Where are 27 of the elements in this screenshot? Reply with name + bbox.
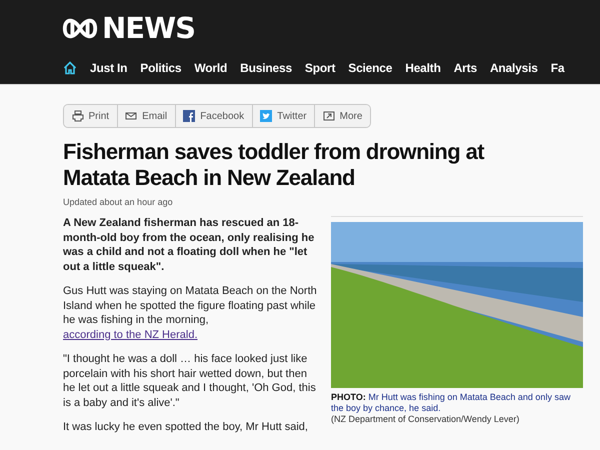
envelope-icon bbox=[125, 110, 138, 122]
nav-link[interactable]: Health bbox=[405, 61, 441, 75]
nav-link[interactable]: Science bbox=[348, 61, 392, 75]
nav-link[interactable]: Business bbox=[240, 61, 292, 75]
lead-paragraph: A New Zealand fisherman has rescued an 18-month-old boy from the ocean, only realising he was a child and not a floating doll when he "let out a little squeak". bbox=[63, 216, 316, 274]
nav-link[interactable]: Politics bbox=[140, 61, 182, 75]
news-logo-text[interactable]: NEWS bbox=[102, 13, 195, 43]
nav-link[interactable]: Fa bbox=[550, 61, 564, 75]
nav-link[interactable]: Just In bbox=[90, 61, 128, 75]
body-paragraph: "I thought he was a doll … his face looked just like porcelain with his short hair wetted down, but then he let out a little squeak and I thought, 'Oh God, this is a baby and it's alive'." bbox=[63, 352, 317, 410]
home-icon[interactable] bbox=[63, 61, 77, 75]
print-share-button[interactable]: Print bbox=[64, 105, 118, 127]
article-link[interactable]: according to the NZ Herald. bbox=[63, 328, 198, 340]
nav-link[interactable]: Analysis bbox=[490, 61, 538, 75]
nav-link[interactable]: Arts bbox=[454, 61, 477, 75]
photo-credit: (NZ Department of Conservation/Wendy Lever) bbox=[331, 414, 520, 425]
nav-link[interactable]: Sport bbox=[304, 61, 336, 75]
bird-icon bbox=[260, 110, 272, 122]
body-paragraph: It was lucky he even spotted the boy, Mr Hutt said, bbox=[63, 420, 309, 434]
share-box-icon bbox=[322, 110, 335, 122]
body-paragraph: Gus Hutt was staying on Matata Beach on the North Island when he spotted the figure floating past while he was fishing in the morning, according to the NZ Herald. bbox=[63, 284, 318, 342]
photo-caption: PHOTO: Mr Hutt was fishing on Matata Beach and only saw the boy by chance, he said. bbox=[331, 392, 572, 414]
updated-time: Updated about an hour ago bbox=[63, 197, 174, 207]
facebook-icon bbox=[183, 110, 196, 122]
nav-link[interactable]: World bbox=[194, 61, 228, 75]
printer-icon bbox=[72, 110, 84, 122]
article-headline: Fisherman saves toddler from drowning at Matata Beach in New Zealand bbox=[63, 139, 486, 191]
